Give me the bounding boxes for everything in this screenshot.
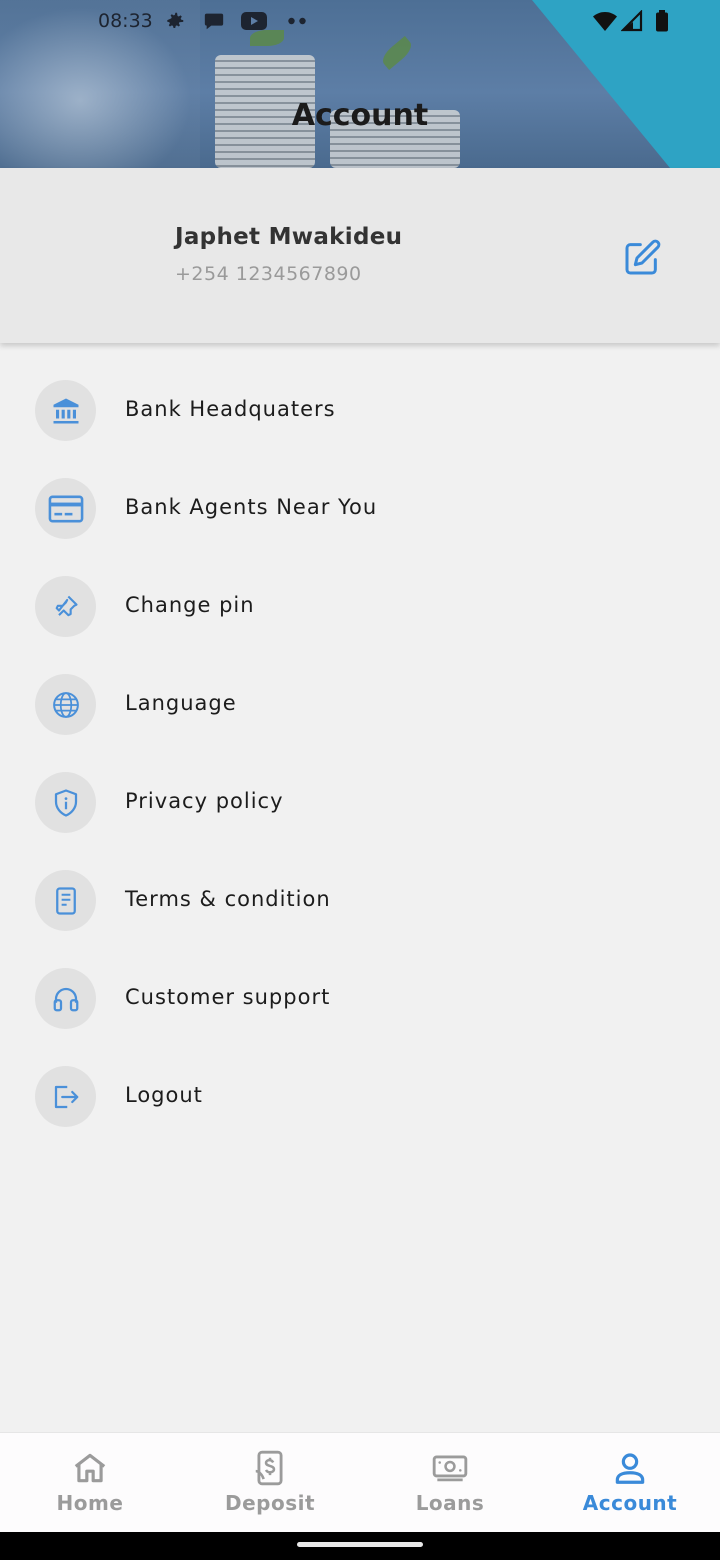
- message-icon: [204, 13, 224, 30]
- wifi-icon: [593, 12, 617, 31]
- nav-deposit[interactable]: Deposit: [180, 1433, 360, 1533]
- bank-icon: [53, 398, 78, 423]
- menu-item-terms[interactable]: Terms & condition: [0, 870, 720, 968]
- logout-icon: [54, 1085, 78, 1108]
- menu-label: Privacy policy: [125, 789, 284, 813]
- cash-icon: [432, 1455, 468, 1482]
- menu-icon-circle: [35, 968, 96, 1029]
- menu-icon-circle: [35, 576, 96, 637]
- status-bar: 08:33: [0, 0, 720, 42]
- menu-item-bank-agents[interactable]: Bank Agents Near You: [0, 478, 720, 576]
- menu-icon-circle: [35, 674, 96, 735]
- menu-item-bank-headquarters[interactable]: Bank Headquaters: [0, 380, 720, 478]
- edit-icon: [625, 239, 661, 275]
- edit-profile-button[interactable]: [622, 238, 662, 278]
- profile-phone: +254 1234567890: [175, 263, 362, 285]
- menu-icon-circle: [35, 772, 96, 833]
- menu-label: Customer support: [125, 985, 331, 1009]
- document-icon: [55, 886, 76, 915]
- menu-item-change-pin[interactable]: Change pin: [0, 576, 720, 674]
- gesture-handle[interactable]: [297, 1542, 423, 1547]
- system-gesture-bar: [0, 1532, 720, 1560]
- menu-label: Logout: [125, 1083, 203, 1107]
- menu-label: Language: [125, 691, 237, 715]
- menu-icon-circle: [35, 380, 96, 441]
- pin-icon: [55, 595, 78, 616]
- home-icon: [74, 1453, 106, 1483]
- nav-label: Deposit: [224, 1491, 316, 1515]
- nav-account[interactable]: Account: [540, 1433, 720, 1533]
- battery-icon: [656, 10, 668, 32]
- more-dots-icon: [288, 17, 306, 25]
- youtube-icon: [241, 12, 267, 30]
- headset-icon: [53, 987, 78, 1011]
- card-icon: [48, 495, 83, 522]
- status-time: 08:33: [98, 10, 153, 32]
- menu-icon-circle: [35, 478, 96, 539]
- menu-icon-circle: [35, 1066, 96, 1127]
- menu-item-privacy-policy[interactable]: Privacy policy: [0, 772, 720, 870]
- menu-label: Bank Agents Near You: [125, 495, 378, 519]
- page-title: Account: [291, 98, 429, 133]
- menu-item-customer-support[interactable]: Customer support: [0, 968, 720, 1066]
- deposit-icon: [255, 1450, 283, 1486]
- menu-item-logout[interactable]: Logout: [0, 1066, 720, 1164]
- gear-icon: [167, 12, 184, 28]
- nav-label: Home: [56, 1491, 124, 1515]
- shield-icon: [54, 788, 77, 817]
- nav-loans[interactable]: Loans: [360, 1433, 540, 1533]
- bottom-navigation: Home Deposit Loans Account: [0, 1432, 720, 1532]
- menu-item-language[interactable]: Language: [0, 674, 720, 772]
- menu-label: Change pin: [125, 593, 255, 617]
- profile-name: Japhet Mwakideu: [175, 224, 403, 250]
- nav-home[interactable]: Home: [0, 1433, 180, 1533]
- menu-label: Terms & condition: [125, 887, 331, 911]
- menu-label: Bank Headquaters: [125, 397, 336, 421]
- user-icon: [615, 1453, 645, 1484]
- menu-icon-circle: [35, 870, 96, 931]
- nav-label: Account: [582, 1491, 678, 1515]
- globe-icon: [52, 691, 79, 718]
- profile-card: Japhet Mwakideu +254 1234567890: [0, 168, 720, 343]
- signal-icon: [621, 10, 643, 32]
- nav-label: Loans: [415, 1491, 485, 1515]
